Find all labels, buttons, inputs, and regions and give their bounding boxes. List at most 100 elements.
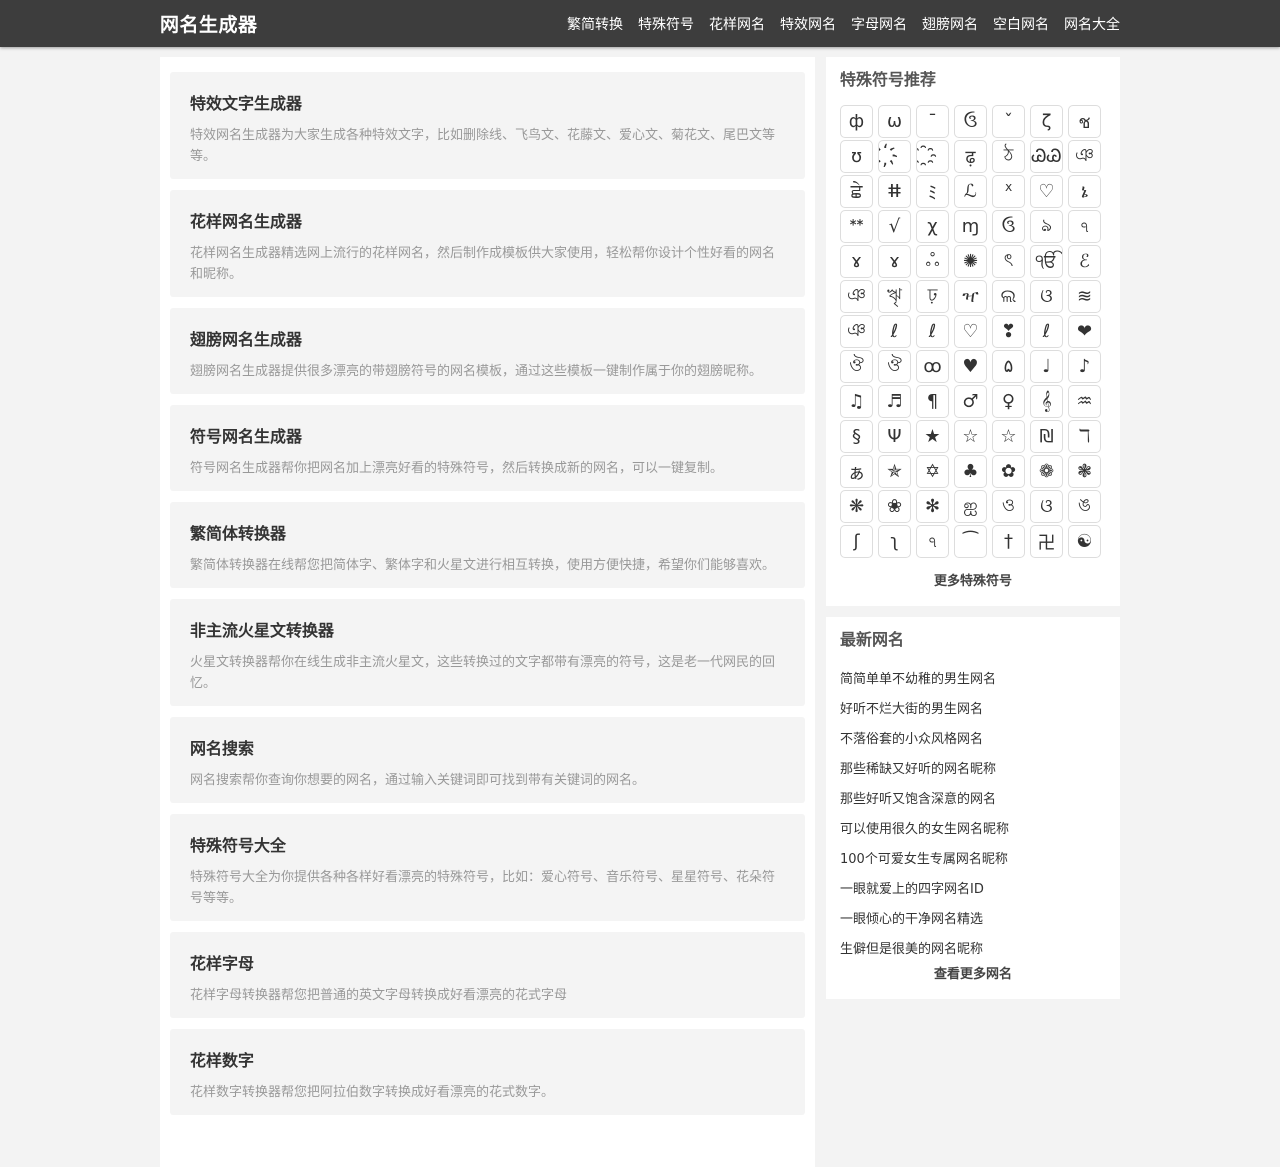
symbol-cell[interactable]: ঔ	[840, 350, 873, 383]
symbol-cell[interactable]: ℸ	[1068, 420, 1101, 453]
symbol-cell[interactable]: ♂	[954, 385, 987, 418]
name-link[interactable]: 不落俗套的小众风格网名	[840, 732, 983, 747]
symbol-cell[interactable]: ❀	[878, 490, 911, 523]
symbol-cell[interactable]: ઉ	[954, 105, 987, 138]
symbol-cell[interactable]: ﾐ	[916, 175, 949, 208]
symbol-cell[interactable]: ✯	[878, 455, 911, 488]
symbol-cell[interactable]: ♪	[1068, 350, 1101, 383]
symbol-cell[interactable]: ☆	[954, 420, 987, 453]
symbol-cell[interactable]: ঀ	[1068, 210, 1101, 243]
symbol-cell[interactable]: ঌ	[1030, 210, 1063, 243]
symbol-cell[interactable]: ✿	[992, 455, 1025, 488]
nav-fanjian[interactable]: 繁简转换	[567, 14, 623, 34]
name-link[interactable]: 那些稀缺又好听的网名昵称	[840, 762, 996, 777]
symbol-cell[interactable]: ⁀	[954, 525, 987, 558]
symbol-cell[interactable]: ዣ	[954, 280, 987, 313]
symbol-cell[interactable]: ℓ	[1030, 315, 1063, 348]
symbol-cell[interactable]: ଓ	[1030, 490, 1063, 523]
symbol-cell[interactable]: ৠ	[878, 280, 911, 313]
list-item[interactable]: 不落俗套的小众风格网名	[840, 725, 1106, 755]
symbol-cell[interactable]: ৎ	[992, 245, 1025, 278]
symbol-cell[interactable]: ❤	[1068, 315, 1101, 348]
nav-wing-names[interactable]: 翅膀网名	[922, 14, 978, 34]
symbol-cell[interactable]: ♬	[878, 385, 911, 418]
symbol-cell[interactable]: ஐ	[954, 490, 987, 523]
symbol-cell[interactable]: ଓ	[1030, 280, 1063, 313]
symbol-cell[interactable]: ɱ	[954, 210, 987, 243]
symbol-cell[interactable]: ઉ	[992, 210, 1025, 243]
symbol-cell[interactable]: ঞ	[840, 280, 873, 313]
symbol-cell[interactable]: ₪	[1030, 420, 1063, 453]
symbol-cell[interactable]: ♡	[1030, 175, 1063, 208]
symbol-cell[interactable]: ҈	[916, 140, 949, 173]
symbol-cell[interactable]: ♩	[1030, 350, 1063, 383]
symbol-cell[interactable]: ช	[1068, 105, 1101, 138]
symbol-cell[interactable]: 𝄞	[1030, 385, 1063, 418]
symbol-cell[interactable]: ɤ	[840, 245, 873, 278]
symbol-cell[interactable]: ۵	[992, 350, 1025, 383]
symbol-cell[interactable]: ♥	[954, 350, 987, 383]
symbol-cell[interactable]: ☯	[1068, 525, 1101, 558]
tool-title[interactable]: 繁简体转换器	[190, 523, 785, 545]
nav-special-symbols[interactable]: 特殊符号	[638, 14, 694, 34]
symbol-cell[interactable]: ढ़	[954, 140, 987, 173]
tool-title[interactable]: 翅膀网名生成器	[190, 329, 785, 351]
symbol-cell[interactable]: ꝏ	[916, 350, 949, 383]
name-link[interactable]: 可以使用很久的女生网名昵称	[840, 822, 1009, 837]
tool-card-fancy-numbers[interactable]: 花样数字 花样数字转换器帮您把阿拉伯数字转换成好看漂亮的花式数字。	[170, 1029, 805, 1115]
list-item[interactable]: 生僻但是很美的网名昵称	[840, 935, 1106, 965]
name-link[interactable]: 一眼倾心的干净网名精选	[840, 912, 983, 927]
symbol-cell[interactable]: ♒	[1068, 385, 1101, 418]
nav-fancy-names[interactable]: 花样网名	[709, 14, 765, 34]
tool-title[interactable]: 花样网名生成器	[190, 211, 785, 233]
symbol-cell[interactable]: ✺	[954, 245, 987, 278]
tool-card-fancy-letters[interactable]: 花样字母 花样字母转换器帮您把普通的英文字母转换成好看漂亮的花式字母	[170, 932, 805, 1018]
symbol-cell[interactable]: ਛੇ	[840, 175, 873, 208]
symbol-cell[interactable]: ஃ	[916, 245, 949, 278]
symbol-cell[interactable]: ኔ	[1068, 175, 1101, 208]
tool-title[interactable]: 网名搜索	[190, 738, 785, 760]
symbol-cell[interactable]: χ	[916, 210, 949, 243]
name-link[interactable]: 生僻但是很美的网名昵称	[840, 942, 983, 957]
nav-all-names[interactable]: 网名大全	[1064, 14, 1120, 34]
symbol-cell[interactable]: ɤ	[878, 245, 911, 278]
tool-card-special-symbols[interactable]: 特殊符号大全 特殊符号大全为你提供各种各样好看漂亮的特殊符号，比如：爱心符号、音…	[170, 814, 805, 921]
tool-card-name-search[interactable]: 网名搜索 网名搜索帮你查询你想要的网名，通过输入关键词即可找到带有关键词的网名。	[170, 717, 805, 803]
name-link[interactable]: 好听不烂大街的男生网名	[840, 702, 983, 717]
symbol-cell[interactable]: ʅ	[878, 525, 911, 558]
symbol-cell[interactable]: ঢ়	[916, 280, 949, 313]
symbol-cell[interactable]: ⵌ	[878, 175, 911, 208]
more-symbols-link[interactable]: 更多特殊符号	[840, 572, 1106, 592]
name-link[interactable]: 一眼就爱上的四字网名ID	[840, 882, 984, 897]
symbol-cell[interactable]: ଲ	[992, 280, 1025, 313]
symbol-cell[interactable]: Ψ	[878, 420, 911, 453]
symbol-cell[interactable]: ♀	[992, 385, 1025, 418]
list-item[interactable]: 一眼就爱上的四字网名ID	[840, 875, 1106, 905]
symbol-cell[interactable]: ❣	[992, 315, 1025, 348]
list-item[interactable]: 一眼倾心的干净网名精选	[840, 905, 1106, 935]
tool-title[interactable]: 非主流火星文转换器	[190, 620, 785, 642]
symbol-cell[interactable]: ¶	[916, 385, 949, 418]
symbol-cell[interactable]: √	[878, 210, 911, 243]
symbol-cell[interactable]: §	[840, 420, 873, 453]
nav-effect-names[interactable]: 特效网名	[780, 14, 836, 34]
symbol-cell[interactable]: ★	[916, 420, 949, 453]
symbol-cell[interactable]: ঞ	[840, 315, 873, 348]
tool-title[interactable]: 特效文字生成器	[190, 93, 785, 115]
symbol-cell[interactable]: ᏊᏊ	[1030, 140, 1063, 173]
symbol-cell[interactable]: ҉	[878, 140, 911, 173]
name-link[interactable]: 那些好听又饱含深意的网名	[840, 792, 996, 807]
symbol-cell[interactable]: ᕯ	[840, 210, 873, 243]
symbol-cell[interactable]: ✻	[916, 490, 949, 523]
tool-card-effect-text[interactable]: 特效文字生成器 特效网名生成器为大家生成各种特效文字，比如删除线、飞鸟文、花藤文…	[170, 72, 805, 179]
tool-card-symbol-name[interactable]: 符号网名生成器 符号网名生成器帮你把网名加上漂亮好看的特殊符号，然后转换成新的网…	[170, 405, 805, 491]
list-item[interactable]: 那些好听又饱含深意的网名	[840, 785, 1106, 815]
name-link[interactable]: 简简单单不幼稚的男生网名	[840, 672, 996, 687]
symbol-cell[interactable]: ℓ	[916, 315, 949, 348]
symbol-cell[interactable]: ʃ	[840, 525, 873, 558]
list-item[interactable]: 100个可爱女生专属网名昵称	[840, 845, 1106, 875]
list-item[interactable]: 好听不烂大街的男生网名	[840, 695, 1106, 725]
list-item[interactable]: 可以使用很久的女生网名昵称	[840, 815, 1106, 845]
tool-card-fancy-name[interactable]: 花样网名生成器 花样网名生成器精选网上流行的花样网名，然后制作成模板供大家使用，…	[170, 190, 805, 297]
symbol-cell[interactable]: ঞ	[1068, 140, 1101, 173]
